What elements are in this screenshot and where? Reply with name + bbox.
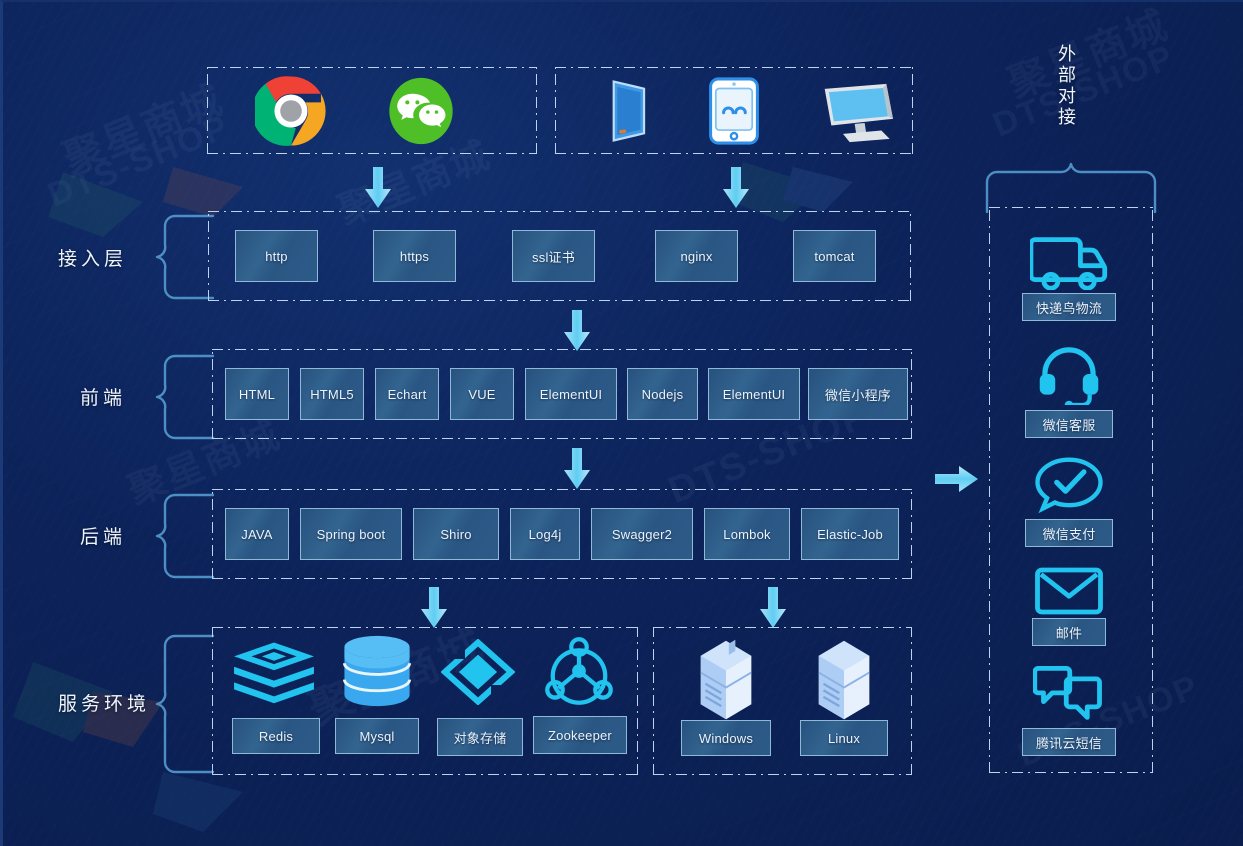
server-tower-icon[interactable] <box>811 637 877 723</box>
tech-tag-elasticjob[interactable]: Elastic-Job <box>801 508 899 560</box>
chat-check-icon[interactable] <box>1034 454 1104 516</box>
os-tag-windows[interactable]: Windows <box>681 720 771 756</box>
tech-tag-http[interactable]: http <box>235 230 318 282</box>
external-tag-logistics[interactable]: 快递鸟物流 <box>1022 293 1116 321</box>
tech-tag-springboot[interactable]: Spring boot <box>300 508 402 560</box>
service-tag-oss[interactable]: 对象存储 <box>437 718 523 756</box>
service-tag-zookeeper[interactable]: Zookeeper <box>533 716 627 754</box>
tech-tag-ssl[interactable]: ssl证书 <box>512 230 595 282</box>
arrow-backend-to-external <box>935 466 978 492</box>
external-tag-sms[interactable]: 腾讯云短信 <box>1022 728 1116 756</box>
external-integration-label: 外部对接 <box>1056 44 1076 128</box>
tablet-icon[interactable] <box>708 76 760 146</box>
object-storage-diamond-icon[interactable] <box>441 639 515 705</box>
delivery-truck-icon[interactable] <box>1030 224 1110 290</box>
os-tag-linux[interactable]: Linux <box>800 720 888 756</box>
arrow-frontend-to-backend <box>564 448 590 489</box>
service-tag-mysql[interactable]: Mysql <box>335 718 419 754</box>
layer-label-backend: 后端 <box>80 527 127 548</box>
arrow-browser-to-access <box>365 167 391 208</box>
envelope-icon[interactable] <box>1034 564 1104 618</box>
headset-icon[interactable] <box>1038 343 1100 405</box>
tech-tag-html[interactable]: HTML <box>225 368 289 420</box>
tech-tag-nginx[interactable]: nginx <box>655 230 738 282</box>
tech-tag-shiro[interactable]: Shiro <box>413 508 499 560</box>
tech-tag-tomcat[interactable]: tomcat <box>793 230 876 282</box>
service-tag-redis[interactable]: Redis <box>232 718 320 754</box>
desktop-monitor-icon[interactable] <box>818 82 898 144</box>
brace-service-env <box>155 634 215 774</box>
external-tag-wechat-pay[interactable]: 微信支付 <box>1025 519 1113 547</box>
database-cylinder-icon[interactable] <box>340 635 414 707</box>
arrow-device-to-access <box>723 167 749 208</box>
tech-tag-html5[interactable]: HTML5 <box>300 368 364 420</box>
server-tower-icon[interactable] <box>693 637 759 723</box>
tech-tag-log4j[interactable]: Log4j <box>510 508 580 560</box>
phone-icon[interactable] <box>601 78 655 144</box>
external-tag-wechat-service[interactable]: 微信客服 <box>1025 410 1113 438</box>
layer-label-frontend: 前端 <box>80 388 127 409</box>
arrow-access-to-frontend <box>564 310 590 351</box>
wechat-icon[interactable] <box>385 75 457 147</box>
tech-tag-https[interactable]: https <box>373 230 456 282</box>
tech-tag-elementui-2[interactable]: ElementUI <box>708 368 800 420</box>
arrow-backend-to-os <box>760 587 786 628</box>
sms-bubbles-icon[interactable] <box>1033 663 1103 721</box>
tech-tag-elementui-1[interactable]: ElementUI <box>525 368 617 420</box>
brace-backend <box>155 493 215 579</box>
architecture-diagram-canvas: 聚星商城 DTS-SHOP 聚星商城 DTS-SHOP 聚星商城 DTS-SHO… <box>0 0 1243 846</box>
brace-frontend <box>155 354 215 440</box>
redis-stack-icon[interactable] <box>230 639 318 705</box>
tech-tag-nodejs[interactable]: Nodejs <box>627 368 698 420</box>
zookeeper-node-icon[interactable] <box>543 636 615 706</box>
brace-access <box>155 214 215 300</box>
tech-tag-java[interactable]: JAVA <box>225 508 289 560</box>
tech-tag-echart[interactable]: Echart <box>375 368 439 420</box>
tech-tag-miniprogram[interactable]: 微信小程序 <box>808 368 908 420</box>
chrome-icon[interactable] <box>255 75 327 147</box>
layer-label-service-env: 服务环境 <box>58 694 151 715</box>
external-tag-email[interactable]: 邮件 <box>1032 618 1106 646</box>
tech-tag-lombok[interactable]: Lombok <box>704 508 790 560</box>
tech-tag-vue[interactable]: VUE <box>450 368 514 420</box>
layer-label-access: 接入层 <box>58 249 128 270</box>
tech-tag-swagger2[interactable]: Swagger2 <box>591 508 693 560</box>
arrow-backend-to-middleware <box>421 587 447 628</box>
